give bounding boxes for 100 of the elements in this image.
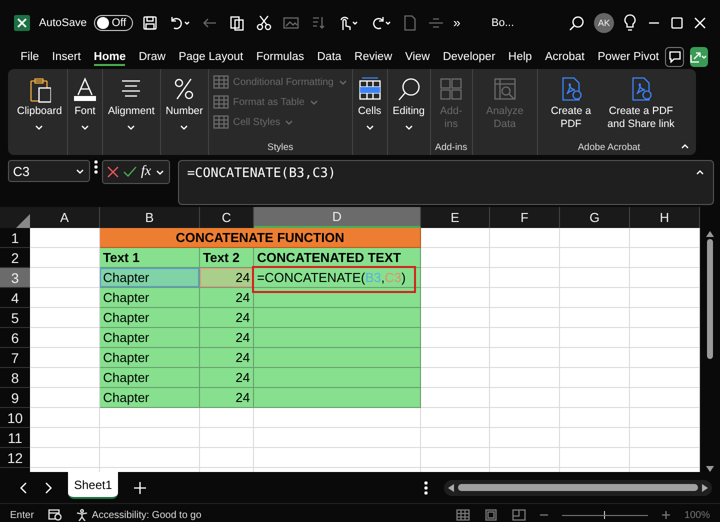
- sheet-cell[interactable]: [560, 248, 630, 268]
- sheet-cell[interactable]: [560, 348, 630, 368]
- horizontal-scrollbar[interactable]: [444, 480, 712, 496]
- checkmark-icon[interactable]: [123, 166, 137, 178]
- sheet-cell[interactable]: [560, 428, 630, 448]
- row-number[interactable]: 5: [0, 308, 30, 328]
- sheet-cell[interactable]: [560, 328, 630, 348]
- sheet-cell[interactable]: [490, 268, 560, 288]
- sheet-cell[interactable]: [490, 428, 560, 448]
- sheet-cell[interactable]: [421, 268, 490, 288]
- row-number[interactable]: 4: [0, 288, 30, 308]
- sheet-cell[interactable]: [100, 428, 200, 448]
- menu-tab[interactable]: Developer: [436, 48, 502, 66]
- maximize-icon[interactable]: [671, 16, 683, 28]
- sheet-cell[interactable]: [560, 448, 630, 468]
- sheet-cell[interactable]: [421, 448, 490, 468]
- row-number[interactable]: 2: [0, 248, 30, 268]
- previous-sheet-icon[interactable]: [20, 482, 28, 494]
- menu-tab[interactable]: Help: [502, 48, 538, 66]
- row-number[interactable]: 9: [0, 388, 30, 408]
- sheet-cell[interactable]: [490, 328, 560, 348]
- undo-icon[interactable]: [169, 14, 192, 30]
- sheet-cell[interactable]: [490, 308, 560, 328]
- sheet-cell[interactable]: [421, 348, 490, 368]
- page-layout-view-icon[interactable]: [484, 509, 498, 521]
- sheet-cell[interactable]: [100, 408, 200, 428]
- ribbon-button[interactable]: Font: [70, 73, 100, 153]
- sheet-cell[interactable]: [421, 408, 490, 428]
- zoom-in-icon[interactable]: [662, 511, 670, 519]
- sheet-cell[interactable]: [30, 448, 100, 468]
- vertical-scrollbar-thumb[interactable]: [707, 239, 713, 359]
- menu-tab[interactable]: Insert: [46, 48, 88, 66]
- close-icon[interactable]: [694, 16, 706, 28]
- share-button[interactable]: [690, 47, 708, 67]
- insert-function-button[interactable]: fx: [141, 164, 152, 180]
- column-letter[interactable]: A: [30, 207, 100, 228]
- ribbon-button[interactable]: Number: [162, 73, 206, 153]
- menu-tab[interactable]: Formulas: [250, 48, 311, 66]
- sheet-cell[interactable]: [254, 448, 421, 468]
- sort-icon[interactable]: [310, 14, 326, 30]
- menu-tab[interactable]: File: [14, 48, 46, 66]
- next-sheet-icon[interactable]: [44, 482, 52, 494]
- accessibility-status[interactable]: Accessibility: Good to go: [92, 510, 202, 520]
- sheet-cell[interactable]: [421, 328, 490, 348]
- column-letter[interactable]: G: [560, 207, 630, 228]
- column-letter[interactable]: C: [200, 207, 254, 228]
- sheet-cell[interactable]: [560, 288, 630, 308]
- sheet-cell[interactable]: [254, 408, 421, 428]
- ribbon-button[interactable]: Editing: [390, 73, 428, 153]
- sheet-cell[interactable]: [421, 248, 490, 268]
- sheet-cell[interactable]: [490, 228, 560, 248]
- sheet-cell[interactable]: [560, 368, 630, 388]
- comments-button[interactable]: [665, 47, 684, 67]
- sheet-cell[interactable]: [421, 368, 490, 388]
- sheet-cell[interactable]: [200, 448, 254, 468]
- user-avatar[interactable]: AK: [594, 12, 614, 32]
- image-icon[interactable]: [283, 14, 300, 30]
- copy-icon[interactable]: [229, 14, 246, 30]
- zoom-slider[interactable]: [562, 511, 648, 519]
- row-number[interactable]: 1: [0, 228, 30, 248]
- search-icon[interactable]: [569, 14, 585, 30]
- column-letter[interactable]: B: [100, 207, 200, 228]
- sheet-cell[interactable]: [100, 448, 200, 468]
- row-number[interactable]: 10: [0, 408, 30, 428]
- row-number[interactable]: 3: [0, 268, 30, 288]
- scroll-up-icon[interactable]: [706, 231, 714, 237]
- sheet-cell[interactable]: [30, 408, 100, 428]
- menu-tab[interactable]: Draw: [132, 48, 172, 66]
- column-letter[interactable]: D: [254, 207, 421, 228]
- ribbon-button[interactable]: Create a PDF and Share link: [604, 73, 678, 141]
- menu-tab[interactable]: Power Pivot: [591, 48, 666, 66]
- overflow-chevron[interactable]: »: [453, 15, 460, 30]
- sheet-cell[interactable]: [560, 228, 630, 248]
- menu-tab[interactable]: Data: [310, 48, 348, 66]
- macro-recording-icon[interactable]: [48, 509, 62, 521]
- menu-tab[interactable]: Page Layout: [172, 48, 250, 66]
- accessibility-icon[interactable]: [76, 509, 88, 521]
- cancel-icon[interactable]: [107, 166, 119, 178]
- zoom-level[interactable]: 100%: [684, 510, 710, 520]
- row-number[interactable]: 12: [0, 448, 30, 468]
- sheet-cell[interactable]: [490, 388, 560, 408]
- menu-tab[interactable]: Review: [348, 48, 399, 66]
- column-letter[interactable]: F: [490, 207, 560, 228]
- sheet-cell[interactable]: [490, 248, 560, 268]
- column-letter[interactable]: H: [630, 207, 700, 228]
- sheet-cell[interactable]: [560, 388, 630, 408]
- scissors-icon[interactable]: [256, 14, 272, 30]
- row-number[interactable]: 7: [0, 348, 30, 368]
- ribbon-button[interactable]: Alignment: [104, 73, 158, 153]
- ribbon-button[interactable]: Cells: [354, 73, 385, 153]
- sheet-cell[interactable]: [490, 288, 560, 308]
- sheet-cell[interactable]: [560, 408, 630, 428]
- row-number[interactable]: 8: [0, 368, 30, 388]
- add-sheet-icon[interactable]: [134, 482, 146, 494]
- row-number[interactable]: 6: [0, 328, 30, 348]
- lightbulb-icon[interactable]: [623, 14, 637, 32]
- column-letter[interactable]: E: [421, 207, 490, 228]
- sheet-cell[interactable]: [490, 408, 560, 428]
- autosave-toggle[interactable]: Off: [94, 14, 134, 30]
- more-options-icon[interactable]: [424, 480, 428, 494]
